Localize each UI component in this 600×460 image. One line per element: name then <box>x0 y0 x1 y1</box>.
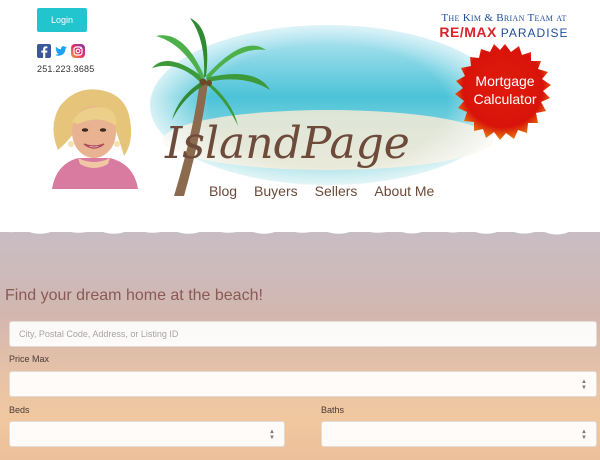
phone-number[interactable]: 251.223.3685 <box>37 64 94 74</box>
baths-select[interactable]: ▲ ▼ <box>321 421 597 447</box>
beds-label: Beds <box>9 405 30 415</box>
select-arrows-icon: ▲ ▼ <box>581 379 587 391</box>
nav-about-me[interactable]: About Me <box>374 183 434 199</box>
search-headline: Find your dream home at the beach! <box>5 287 263 304</box>
mortgage-label: Mortgage <box>475 73 535 89</box>
main-nav: Blog Buyers Sellers About Me <box>209 183 434 199</box>
site-title[interactable]: IslandPage <box>165 118 465 169</box>
nav-blog[interactable]: Blog <box>209 183 237 199</box>
beds-select[interactable]: ▲ ▼ <box>9 421 285 447</box>
baths-label: Baths <box>321 405 345 415</box>
remax-logo[interactable]: RE/MAX PARADISE <box>437 24 571 40</box>
select-arrows-icon: ▲ ▼ <box>581 429 587 441</box>
nav-sellers[interactable]: Sellers <box>315 183 358 199</box>
team-name: The Kim & Brian Team at <box>441 12 567 24</box>
facebook-icon[interactable] <box>37 44 51 58</box>
nav-buyers[interactable]: Buyers <box>254 183 298 199</box>
agent-avatar <box>38 86 150 189</box>
twitter-icon[interactable] <box>54 44 68 58</box>
scalloped-cloud-divider <box>0 212 600 235</box>
calculator-label: Calculator <box>473 91 537 107</box>
login-button[interactable]: Login <box>37 8 87 32</box>
select-arrows-icon: ▲ ▼ <box>269 429 275 441</box>
price-max-select[interactable]: ▲ ▼ <box>9 371 597 397</box>
paradise-wordmark: PARADISE <box>500 26 569 40</box>
price-max-label: Price Max <box>9 354 50 364</box>
location-search-input[interactable] <box>9 321 597 347</box>
mortgage-calculator-link[interactable]: Mortgage Calculator <box>452 72 558 108</box>
social-links <box>37 44 85 58</box>
instagram-icon[interactable] <box>71 44 85 58</box>
remax-wordmark: RE/MAX <box>439 24 497 40</box>
